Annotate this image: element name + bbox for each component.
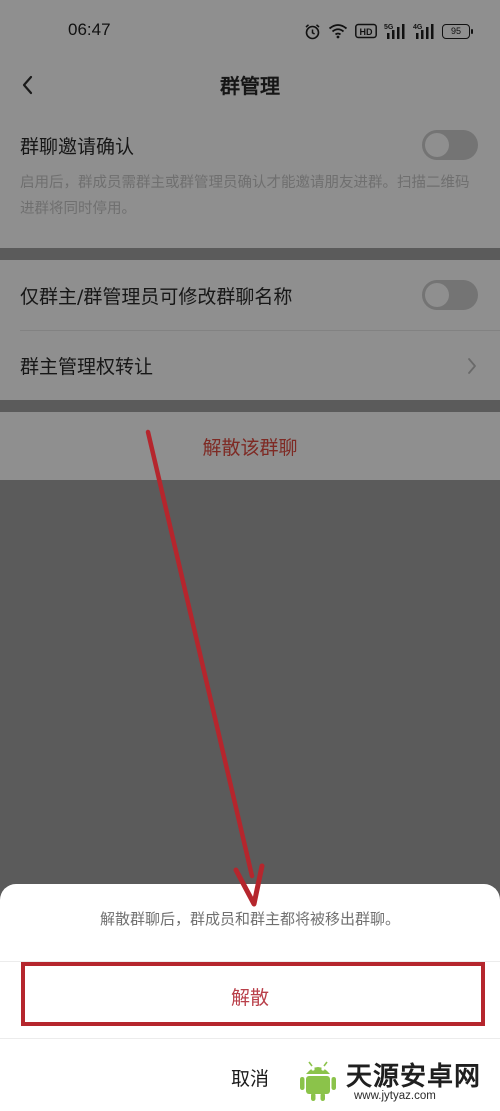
transfer-owner-row[interactable]: 群主管理权转让 bbox=[0, 331, 500, 400]
hd-label: HD bbox=[360, 27, 373, 37]
status-time: 06:47 bbox=[68, 20, 111, 39]
page-title: 群管理 bbox=[220, 74, 280, 98]
only-admin-rename-toggle[interactable] bbox=[422, 280, 478, 310]
status-icons: HD 5G 4G 95 bbox=[304, 20, 473, 42]
toggle-knob bbox=[425, 283, 449, 307]
invite-confirm-card: 群聊邀请确认 启用后，群成员需群主或群管理员确认才能邀请朋友进群。扫描二维码进群… bbox=[0, 110, 500, 248]
signal-4g-icon: 4G bbox=[413, 24, 434, 39]
invite-confirm-description: 启用后，群成员需群主或群管理员确认才能邀请朋友进群。扫描二维码进群将同时停用。 bbox=[20, 175, 470, 217]
admin-settings-card: 仅群主/群管理员可修改群聊名称 群主管理权转让 bbox=[0, 260, 500, 400]
signal-5g-icon: 5G bbox=[384, 24, 405, 39]
annotation-highlight-box bbox=[21, 962, 485, 1026]
toggle-knob bbox=[425, 133, 449, 157]
android-logo-icon bbox=[300, 1061, 336, 1101]
network-4g-label: 4G bbox=[413, 24, 423, 31]
invite-confirm-toggle[interactable] bbox=[422, 130, 478, 160]
transfer-owner-label: 群主管理权转让 bbox=[20, 356, 154, 378]
watermark: 天源安卓网 www.jytyaz.com bbox=[296, 1054, 492, 1106]
watermark-url: www.jytyaz.com bbox=[354, 1090, 436, 1102]
hd-icon: HD bbox=[355, 23, 377, 39]
disband-group-button[interactable]: 解散该群聊 bbox=[0, 433, 500, 460]
disband-card[interactable]: 解散该群聊 bbox=[0, 412, 500, 480]
sheet-message: 解散群聊后，群成员和群主都将被移出群聊。 bbox=[99, 910, 400, 928]
chevron-right-icon bbox=[468, 358, 476, 374]
only-admin-rename-label: 仅群主/群管理员可修改群聊名称 bbox=[20, 286, 293, 308]
wifi-icon bbox=[328, 24, 348, 39]
network-5g-label: 5G bbox=[384, 24, 394, 31]
battery-icon: 95 bbox=[442, 23, 473, 39]
sheet-divider bbox=[0, 1038, 500, 1039]
nav-bar: 群管理 bbox=[0, 62, 500, 110]
alarm-icon bbox=[305, 23, 320, 39]
status-bar: 06:47 HD 5G 4G 95 bbox=[0, 0, 500, 62]
invite-confirm-label: 群聊邀请确认 bbox=[20, 136, 135, 158]
watermark-name: 天源安卓网 bbox=[346, 1062, 482, 1092]
